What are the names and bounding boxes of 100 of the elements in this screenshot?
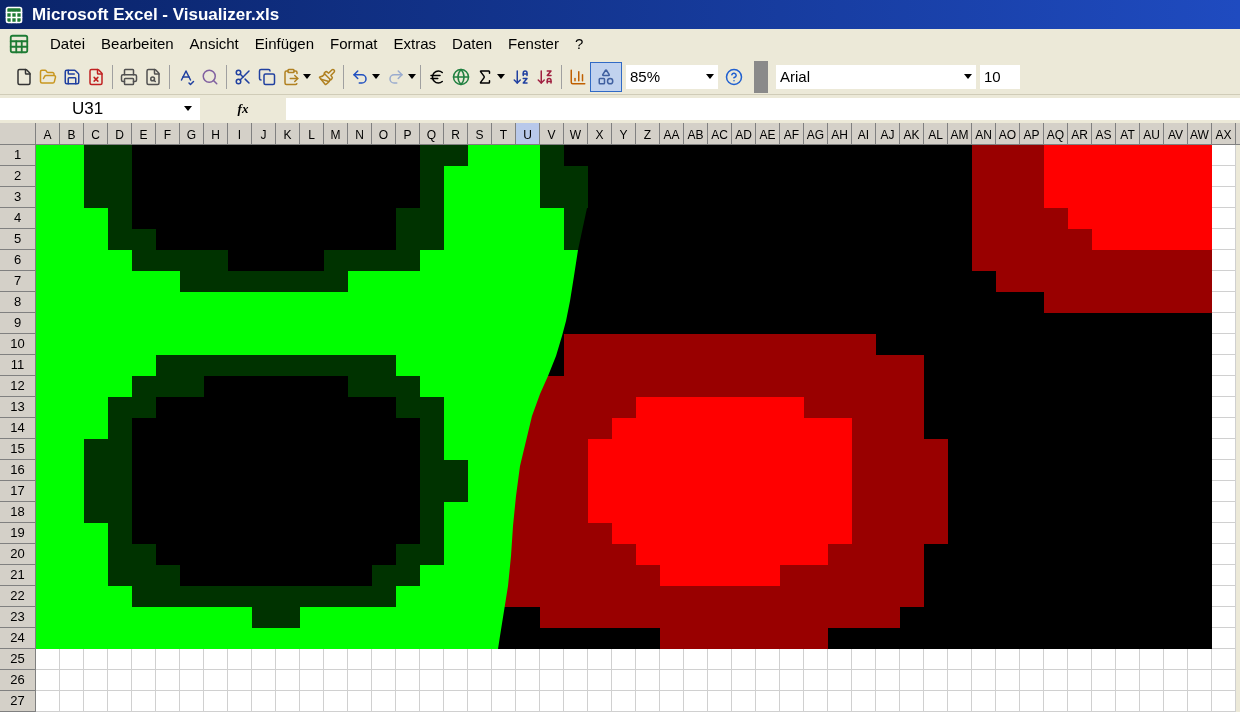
column-header[interactable]: AV [1164,123,1188,145]
column-header[interactable]: B [60,123,84,145]
column-header[interactable]: V [540,123,564,145]
row-header[interactable]: 15 [0,439,36,460]
row-header[interactable]: 4 [0,208,36,229]
column-header[interactable]: L [300,123,324,145]
empty-cell[interactable] [1212,355,1236,376]
empty-cell[interactable] [1212,586,1236,607]
column-header[interactable]: AE [756,123,780,145]
row-header[interactable]: 2 [0,166,36,187]
column-header[interactable]: P [396,123,420,145]
column-header[interactable]: AX [1212,123,1236,145]
column-header[interactable]: AB [684,123,708,145]
column-header[interactable]: Z [636,123,660,145]
column-header[interactable]: AI [852,123,876,145]
column-header[interactable]: Q [420,123,444,145]
column-header[interactable]: AC [708,123,732,145]
column-header[interactable]: U [516,123,540,145]
menu-item[interactable]: Datei [42,33,94,56]
row-header[interactable]: 18 [0,502,36,523]
row-header[interactable]: 23 [0,607,36,628]
row-header[interactable]: 6 [0,250,36,271]
column-header[interactable]: M [324,123,348,145]
empty-cell[interactable] [1212,460,1236,481]
column-header[interactable]: AS [1092,123,1116,145]
column-header[interactable]: AP [1020,123,1044,145]
column-header[interactable]: AL [924,123,948,145]
empty-cell[interactable] [1212,313,1236,334]
empty-cell[interactable] [1212,334,1236,355]
empty-cell[interactable] [1212,544,1236,565]
row-header[interactable]: 14 [0,418,36,439]
font-size-field[interactable]: 10 [980,64,1020,89]
row-header[interactable]: 26 [0,670,36,691]
column-header[interactable]: AT [1116,123,1140,145]
column-header[interactable]: AJ [876,123,900,145]
column-header[interactable]: C [84,123,108,145]
formula-field[interactable] [286,97,1240,120]
select-all-corner[interactable] [0,123,36,145]
column-header[interactable]: A [36,123,60,145]
row-header[interactable]: 5 [0,229,36,250]
column-header[interactable]: N [348,123,372,145]
empty-cell[interactable] [1212,397,1236,418]
row-header[interactable]: 17 [0,481,36,502]
empty-cell[interactable] [1212,439,1236,460]
menu-item[interactable]: Format [322,33,386,56]
column-header[interactable]: H [204,123,228,145]
column-header[interactable]: AD [732,123,756,145]
column-header[interactable]: AH [828,123,852,145]
column-header[interactable]: J [252,123,276,145]
menu-item[interactable]: Extras [385,33,445,56]
column-header[interactable]: AG [804,123,828,145]
menu-item[interactable]: Einfügen [246,33,322,56]
row-header[interactable]: 25 [0,649,36,670]
empty-cell[interactable] [1212,565,1236,586]
column-header[interactable]: K [276,123,300,145]
empty-cell[interactable] [1212,502,1236,523]
row-header[interactable]: 3 [0,187,36,208]
column-header[interactable]: S [468,123,492,145]
column-header[interactable]: AA [660,123,684,145]
toolbar-handle[interactable] [754,60,768,93]
column-header[interactable]: R [444,123,468,145]
row-header[interactable]: 21 [0,565,36,586]
row-header[interactable]: 19 [0,523,36,544]
column-header[interactable]: E [132,123,156,145]
column-header[interactable]: F [156,123,180,145]
zoom-dropdown[interactable]: 85% [626,64,718,89]
column-header[interactable]: AO [996,123,1020,145]
menu-item[interactable]: Fenster [500,33,567,56]
row-header[interactable]: 27 [0,691,36,712]
column-header[interactable]: D [108,123,132,145]
row-header[interactable]: 8 [0,292,36,313]
column-header[interactable]: Y [612,123,636,145]
name-box[interactable]: U31 [0,97,200,120]
row-header[interactable]: 22 [0,586,36,607]
empty-cell[interactable] [1212,481,1236,502]
column-header[interactable]: O [372,123,396,145]
drawing-button[interactable] [590,61,622,92]
empty-cell[interactable] [1212,376,1236,397]
column-header[interactable]: G [180,123,204,145]
column-header[interactable]: AK [900,123,924,145]
column-header[interactable]: AR [1068,123,1092,145]
row-header[interactable]: 10 [0,334,36,355]
row-header[interactable]: 9 [0,313,36,334]
column-header[interactable]: AM [948,123,972,145]
column-header[interactable]: W [564,123,588,145]
column-header[interactable]: AQ [1044,123,1068,145]
row-header[interactable]: 20 [0,544,36,565]
empty-cell[interactable] [1212,418,1236,439]
column-header[interactable]: AW [1188,123,1212,145]
column-header[interactable]: T [492,123,516,145]
menu-item[interactable]: Daten [444,33,501,56]
menu-item[interactable]: ? [566,33,592,56]
column-header[interactable]: AU [1140,123,1164,145]
menu-item[interactable]: Bearbeiten [93,33,182,56]
row-header[interactable]: 1 [0,145,36,166]
empty-cell[interactable] [1212,523,1236,544]
menu-item[interactable]: Ansicht [181,33,247,56]
row-header[interactable]: 13 [0,397,36,418]
font-dropdown[interactable]: Arial [776,64,976,89]
column-header[interactable]: X [588,123,612,145]
